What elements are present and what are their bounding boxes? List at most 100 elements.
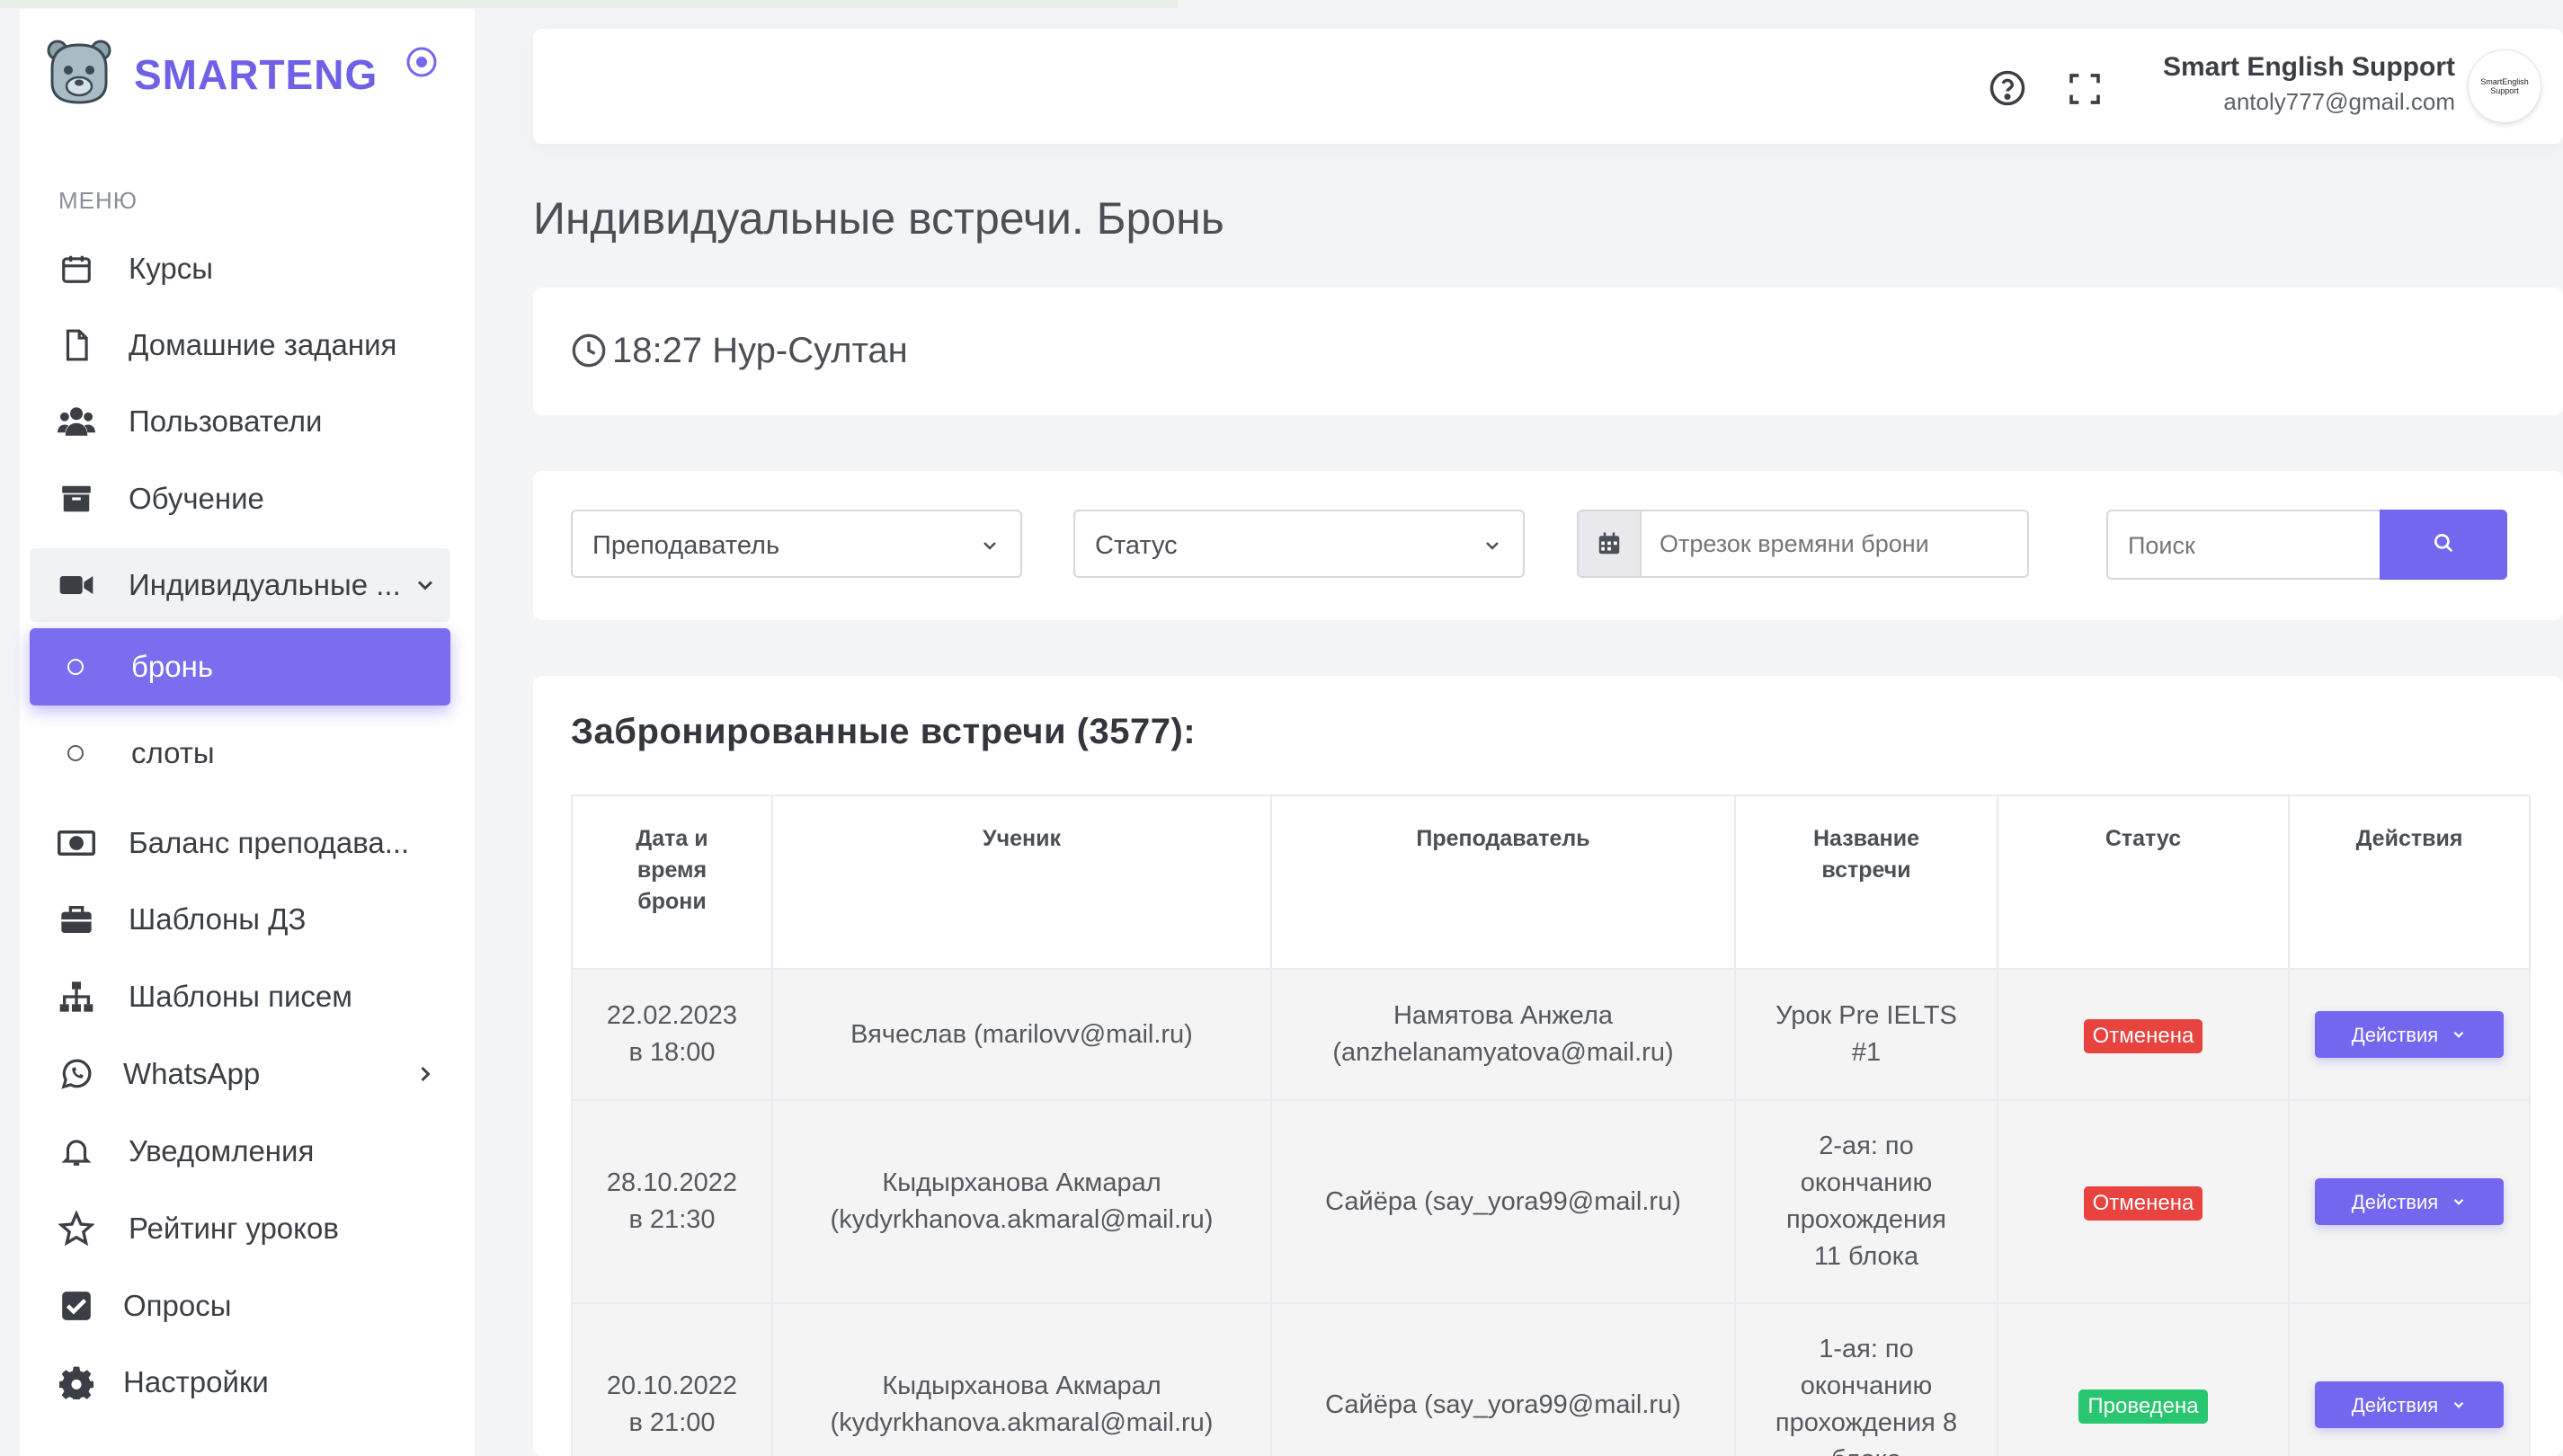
meeting-name-cell: Урок Pre IELTS #1 <box>1734 968 1998 1101</box>
sidebar-item-lesson-rating[interactable]: Рейтинг уроков <box>30 1192 450 1265</box>
bookings-title: Забронированные встречи (3577): <box>571 712 1197 751</box>
actions-cell: Действия <box>2288 1302 2531 1456</box>
chevron-down-icon <box>1482 535 1503 556</box>
actions-cell: Действия <box>2288 1099 2531 1304</box>
menu-caption: МЕНЮ <box>58 187 138 214</box>
meeting-name-cell: 1-ая: по окончанию прохождения 8 блока <box>1734 1302 1998 1456</box>
column-header-meeting[interactable]: Название встречи <box>1734 795 1998 970</box>
clock-icon <box>571 333 607 368</box>
sidebar-pin-icon[interactable] <box>405 45 439 79</box>
sidebar-subitem-label: слоты <box>131 736 215 769</box>
status-badge: Отменена <box>2083 1018 2203 1053</box>
sidebar-subitem-booking[interactable]: бронь <box>30 628 450 706</box>
teacher-select[interactable]: Преподаватель <box>571 510 1022 578</box>
sidebar-item-learning[interactable]: Обучение <box>30 462 450 536</box>
circle-icon <box>67 659 84 675</box>
table-header-row: Дата и время брони Ученик Преподаватель … <box>571 795 2531 970</box>
brand-name: SMARTENG <box>134 51 378 98</box>
column-header-actions[interactable]: Действия <box>2288 795 2531 970</box>
meeting-name-cell: 2-ая: по окончанию прохождения 11 блока <box>1734 1099 1998 1304</box>
actions-dropdown-button[interactable]: Действия <box>2315 1178 2504 1225</box>
table-row: 20.10.2022 в 21:00 Кыдырханова Акмарал (ky… <box>571 1302 2531 1456</box>
sidebar-item-label: Опросы <box>123 1289 232 1322</box>
column-header-teacher[interactable]: Преподаватель <box>1270 795 1736 970</box>
sidebar-item-polls[interactable]: Опросы <box>30 1269 450 1343</box>
sidebar-item-hw-templates[interactable]: Шаблоны ДЗ <box>30 883 450 956</box>
teacher-select-value: Преподаватель <box>592 531 780 560</box>
sidebar-item-notifications[interactable]: Уведомления <box>30 1114 450 1188</box>
chevron-right-icon <box>413 1061 438 1087</box>
current-time: 18:27 Нур-Султан <box>612 331 908 370</box>
sidebar-item-teacher-balance[interactable]: Баланс преподава... <box>30 806 450 880</box>
status-badge: Отменена <box>2083 1185 2203 1221</box>
sidebar-item-label: Пользователи <box>129 404 323 438</box>
help-icon[interactable] <box>1989 69 2026 107</box>
teacher-cell: Намятова Анжела (anzhelanamyatova@mail.ru… <box>1270 968 1736 1101</box>
actions-cell: Действия <box>2288 968 2531 1101</box>
sidebar-item-label: Уведомления <box>129 1134 315 1167</box>
student-cell: Кыдырханова Акмарал (kydyrkhanova.akmaral… <box>771 1099 1272 1304</box>
sidebar-item-email-templates[interactable]: Шаблоны писем <box>30 960 450 1034</box>
booking-date-cell: 22.02.2023 в 18:00 <box>571 968 773 1101</box>
student-cell: Вячеслав (marilovv@mail.ru) <box>771 968 1272 1101</box>
sidebar-item-settings[interactable]: Настройки <box>30 1345 450 1419</box>
page-title: Индивидуальные встречи. Бронь <box>533 193 1224 244</box>
student-cell: Кыдырханова Акмарал (kydyrkhanova.akmaral… <box>771 1302 1272 1456</box>
status-select-value: Статус <box>1095 531 1178 560</box>
booking-date-cell: 20.10.2022 в 21:00 <box>571 1302 773 1456</box>
sidebar-item-individual-meetings[interactable]: Индивидуальные ... <box>30 548 450 622</box>
gear-icon <box>57 1363 96 1402</box>
column-header-date[interactable]: Дата и время брони <box>571 795 773 970</box>
timezone-card: 18:27 Нур-Султан <box>533 288 2563 415</box>
chevron-down-icon <box>2453 1198 2464 1205</box>
column-header-status[interactable]: Статус <box>1997 795 2290 970</box>
sidebar-item-courses[interactable]: Курсы <box>30 232 450 306</box>
teacher-cell: Сайёра (say_yora99@mail.ru) <box>1270 1302 1736 1456</box>
user-name: Smart English Support <box>2162 52 2455 82</box>
sidebar-subitem-slots[interactable]: слоты <box>30 715 450 792</box>
sidebar-item-label: Курсы <box>129 252 213 285</box>
date-range-input[interactable] <box>1658 529 2021 559</box>
sidebar-item-label: Шаблоны писем <box>129 980 352 1013</box>
avatar[interactable]: SmartEnglish Support <box>2468 49 2541 123</box>
search-icon <box>2432 531 2455 559</box>
filters-card: Преподаватель Статус <box>533 471 2563 620</box>
sidebar-item-users[interactable]: Пользователи <box>30 385 450 458</box>
sidebar: SMARTENG МЕНЮ Курсы Домашние задания Пол… <box>20 9 475 1456</box>
status-cell: Проведена <box>1997 1302 2290 1456</box>
date-range-field[interactable] <box>1577 510 2029 578</box>
sidebar-item-whatsapp[interactable]: WhatsApp <box>30 1037 450 1111</box>
sidebar-subitem-label: бронь <box>131 650 214 683</box>
sidebar-item-label: Индивидуальные ... <box>129 568 401 601</box>
sidebar-item-homework[interactable]: Домашние задания <box>30 308 450 382</box>
user-email: antoly777@gmail.com <box>2223 88 2455 115</box>
search-field[interactable] <box>2106 510 2381 580</box>
sidebar-item-label: Настройки <box>123 1365 269 1398</box>
actions-dropdown-button[interactable]: Действия <box>2315 1381 2504 1428</box>
archive-icon <box>57 479 96 519</box>
search-button[interactable] <box>2380 510 2507 580</box>
star-icon <box>57 1209 96 1248</box>
table-row: 22.02.2023 в 18:00 Вячеслав (marilovv@mai… <box>571 968 2531 1101</box>
window-top-strip <box>0 0 1178 8</box>
chevron-down-icon <box>2453 1401 2464 1408</box>
status-cell: Отменена <box>1997 968 2290 1101</box>
chevron-down-icon <box>413 573 438 598</box>
circle-icon <box>67 745 84 761</box>
fullscreen-icon[interactable] <box>2067 71 2103 107</box>
money-icon <box>57 823 96 863</box>
actions-dropdown-button[interactable]: Действия <box>2315 1011 2504 1058</box>
search-input[interactable] <box>2126 531 2372 561</box>
video-icon <box>57 565 96 605</box>
bookings-card: Забронированные встречи (3577): Дата и в… <box>533 676 2563 1456</box>
sidebar-item-label: Баланс преподава... <box>129 826 410 859</box>
whatsapp-icon <box>57 1054 96 1094</box>
calendar-icon[interactable] <box>1579 511 1642 576</box>
top-navbar: Smart English Support antoly777@gmail.co… <box>533 29 2563 144</box>
bell-icon <box>57 1132 96 1171</box>
status-select[interactable]: Статус <box>1073 510 1525 578</box>
chevron-down-icon <box>2453 1031 2464 1038</box>
calendar-icon <box>57 249 96 289</box>
bear-logo-icon[interactable] <box>45 38 113 106</box>
column-header-student[interactable]: Ученик <box>771 795 1272 970</box>
